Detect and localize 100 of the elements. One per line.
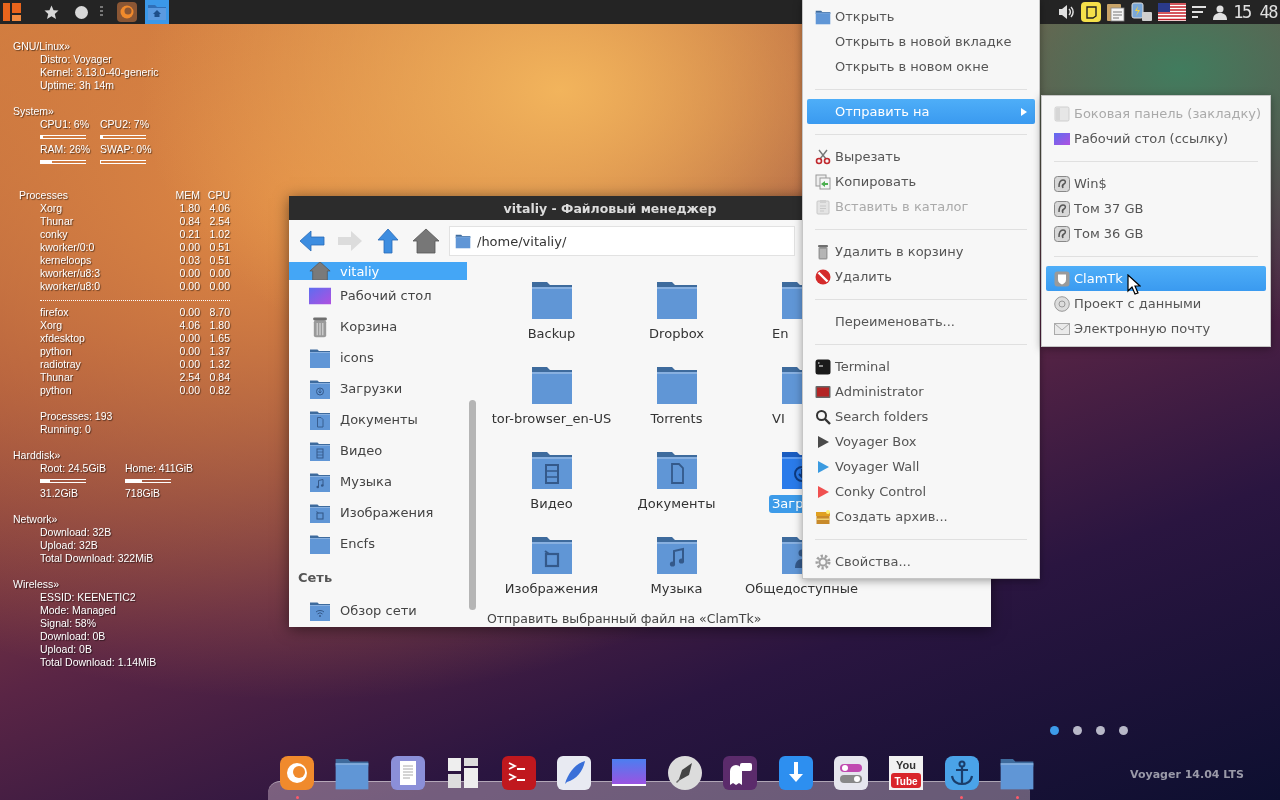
- process-mem: 0.03: [178, 254, 200, 267]
- status-text: Отправить выбранный файл на «ClamTk»: [486, 610, 763, 627]
- file-name[interactable]: Backup: [524, 325, 579, 343]
- process-mem: 0.00: [178, 280, 200, 293]
- menu-item[interactable]: Voyager Box: [807, 429, 1035, 454]
- sidebar-item[interactable]: Документы: [289, 404, 467, 435]
- menu-item[interactable]: Voyager Wall: [807, 454, 1035, 479]
- column-header: MEM: [174, 189, 200, 202]
- process-mem: 0.00: [178, 384, 200, 397]
- process-name: Thunar: [39, 215, 75, 228]
- menu-item[interactable]: Удалить: [807, 264, 1035, 289]
- process-name: kworker/u8:3: [39, 267, 102, 280]
- process-mem: 4.06: [178, 319, 200, 332]
- process-mem: 0.00: [178, 306, 200, 319]
- file-name[interactable]: Изображения: [501, 580, 602, 598]
- info-line: Kernel: 3.13.0-40-generic: [39, 66, 160, 79]
- menu-item[interactable]: Переименовать...: [807, 309, 1035, 334]
- file-name[interactable]: Общедоступные: [741, 580, 862, 598]
- info-line: Upload: 0B: [39, 643, 93, 656]
- file-name[interactable]: VI: [769, 410, 788, 428]
- menu-item[interactable]: Conky Control: [807, 479, 1035, 504]
- process-name: xfdesktop: [39, 332, 86, 345]
- section-title: Processes: [18, 189, 70, 202]
- process-cpu: 1.02: [208, 228, 230, 241]
- process-name: Xorg: [39, 202, 64, 215]
- menu-item[interactable]: Том 36 GB: [1046, 221, 1266, 246]
- info-line: Mode: Managed: [39, 604, 117, 617]
- section-title: Harddisk»: [13, 449, 61, 462]
- process-name: firefox: [39, 306, 70, 319]
- file-name[interactable]: Документы: [634, 495, 719, 513]
- info-line: Processes: 193: [39, 410, 114, 423]
- info-line: Total Download: 322MiB: [39, 552, 155, 565]
- info-line: Total Download: 1.14MiB: [39, 656, 158, 669]
- file-name[interactable]: Torrents: [647, 410, 706, 428]
- section-title: System»: [13, 105, 54, 118]
- process-cpu: 1.65: [208, 332, 230, 345]
- sidebar-item[interactable]: Изображения: [289, 497, 467, 528]
- process-mem: 0.00: [178, 332, 200, 345]
- sidebar-item[interactable]: Музыка: [289, 466, 467, 497]
- video-logo-icon[interactable]: You Tube: [888, 755, 925, 791]
- menu-item[interactable]: Terminal: [807, 354, 1035, 379]
- process-mem: 0.00: [178, 358, 200, 371]
- file-name[interactable]: Dropbox: [646, 325, 707, 343]
- menu-item[interactable]: Рабочий стол (ссылку): [1046, 126, 1266, 151]
- sidebar-item[interactable]: Загрузки: [289, 373, 467, 404]
- sidebar-item[interactable]: Рабочий стол: [289, 280, 467, 311]
- meter-label: SWAP: 0%: [100, 143, 152, 156]
- process-cpu: 1.80: [208, 319, 230, 332]
- menu-item[interactable]: Открыть в новом окне: [807, 54, 1035, 79]
- process-cpu: 4.06: [208, 202, 230, 215]
- process-cpu: 0.00: [208, 280, 230, 293]
- menu-item[interactable]: Том 37 GB: [1046, 196, 1266, 221]
- file-name[interactable]: Музыка: [647, 580, 706, 598]
- process-cpu: 0.84: [208, 371, 230, 384]
- section-title: Wireless»: [13, 578, 60, 591]
- menu-item[interactable]: Administrator: [807, 379, 1035, 404]
- menu-item[interactable]: Search folders: [807, 404, 1035, 429]
- file-name[interactable]: En: [769, 325, 792, 343]
- process-cpu: 0.00: [208, 267, 230, 280]
- menu-item[interactable]: Win$: [1046, 171, 1266, 196]
- sidebar-item[interactable]: Видео: [289, 435, 467, 466]
- info-line: Download: 32B: [39, 526, 113, 539]
- menu-item[interactable]: Копировать: [807, 169, 1035, 194]
- version-label: Voyager 14.04 LTS: [1130, 768, 1244, 781]
- sidebar-item[interactable]: icons: [289, 342, 467, 373]
- sidebar-heading: Сеть: [298, 569, 333, 585]
- path-field[interactable]: /home/vitaliy/: [449, 226, 795, 256]
- process-name: conky: [39, 228, 69, 241]
- process-mem: 0.21: [178, 228, 200, 241]
- file-name[interactable]: Видео: [527, 495, 576, 513]
- info-line: Running: 0: [39, 423, 92, 436]
- process-cpu: 0.82: [208, 384, 230, 397]
- disk-size: 718GiB: [125, 487, 161, 500]
- process-mem: 0.00: [178, 241, 200, 254]
- info-line: Download: 0B: [39, 630, 107, 643]
- info-line: Upload: 32B: [39, 539, 99, 552]
- menu-item[interactable]: Открыть: [807, 4, 1035, 29]
- menu-item[interactable]: Проект с данными: [1046, 291, 1266, 316]
- menu-item[interactable]: Вырезать: [807, 144, 1035, 169]
- meter-label: CPU1: 6%: [40, 118, 90, 131]
- process-name: kworker/0:0: [39, 241, 96, 254]
- process-name: Thunar: [39, 371, 75, 384]
- menu-item[interactable]: Создать архив...: [807, 504, 1035, 529]
- window-title: vitaliy - Файловый менеджер: [503, 200, 717, 216]
- process-cpu: 1.32: [208, 358, 230, 371]
- process-cpu: 0.51: [208, 241, 230, 254]
- clock: 15 48: [1233, 1, 1277, 23]
- menu-item[interactable]: Открыть в новой вкладке: [807, 29, 1035, 54]
- process-mem: 0.84: [178, 215, 200, 228]
- menu-item[interactable]: Удалить в корзину: [807, 239, 1035, 264]
- process-cpu: 2.54: [208, 215, 230, 228]
- file-name[interactable]: tor-browser_en-US: [488, 410, 615, 428]
- menu-item[interactable]: Свойства...: [807, 549, 1035, 574]
- sidebar-item[interactable]: Обзор сети: [289, 595, 467, 626]
- process-mem: 1.80: [178, 202, 200, 215]
- sidebar-item[interactable]: Encfs: [289, 528, 467, 559]
- info-line: Distro: Voyager: [39, 53, 113, 66]
- process-cpu: 8.70: [208, 306, 230, 319]
- menu-item[interactable]: Электронную почту: [1046, 316, 1266, 341]
- sidebar-item[interactable]: Корзина: [289, 311, 467, 342]
